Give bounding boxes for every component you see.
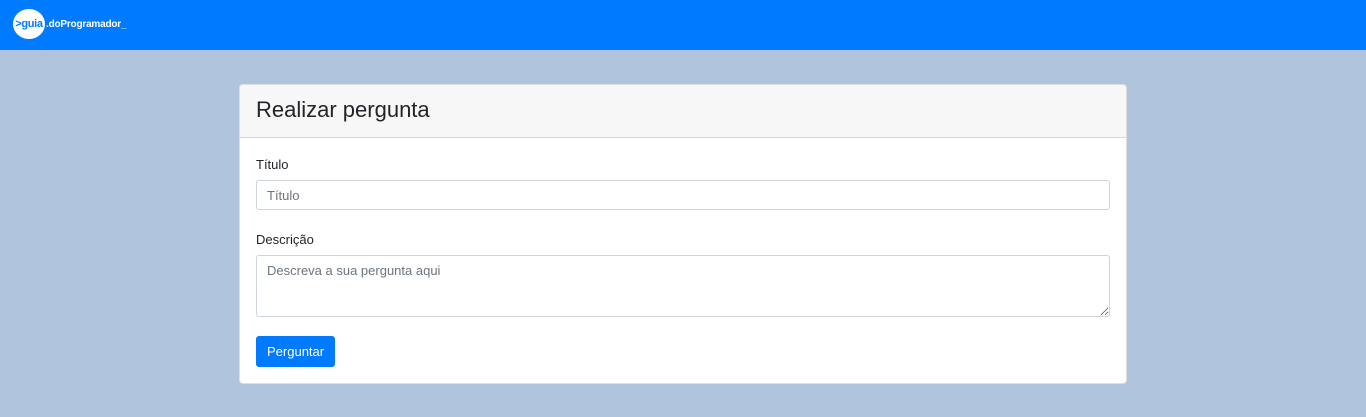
top-navbar: >guia .doProgramador_ <box>0 0 1366 50</box>
question-form-card: Realizar pergunta Título Descrição Pergu… <box>239 84 1127 384</box>
page-title: Realizar pergunta <box>256 97 430 122</box>
title-input[interactable] <box>256 180 1110 210</box>
logo-badge: >guia <box>13 9 45 39</box>
brand-logo[interactable]: >guia .doProgramador_ <box>13 9 127 39</box>
description-label: Descrição <box>256 232 314 247</box>
logo-text: .doProgramador_ <box>46 18 127 30</box>
card-header: Realizar pergunta <box>240 85 1126 138</box>
title-label: Título <box>256 157 289 172</box>
ask-button[interactable]: Perguntar <box>256 336 336 367</box>
description-textarea[interactable] <box>256 255 1110 317</box>
